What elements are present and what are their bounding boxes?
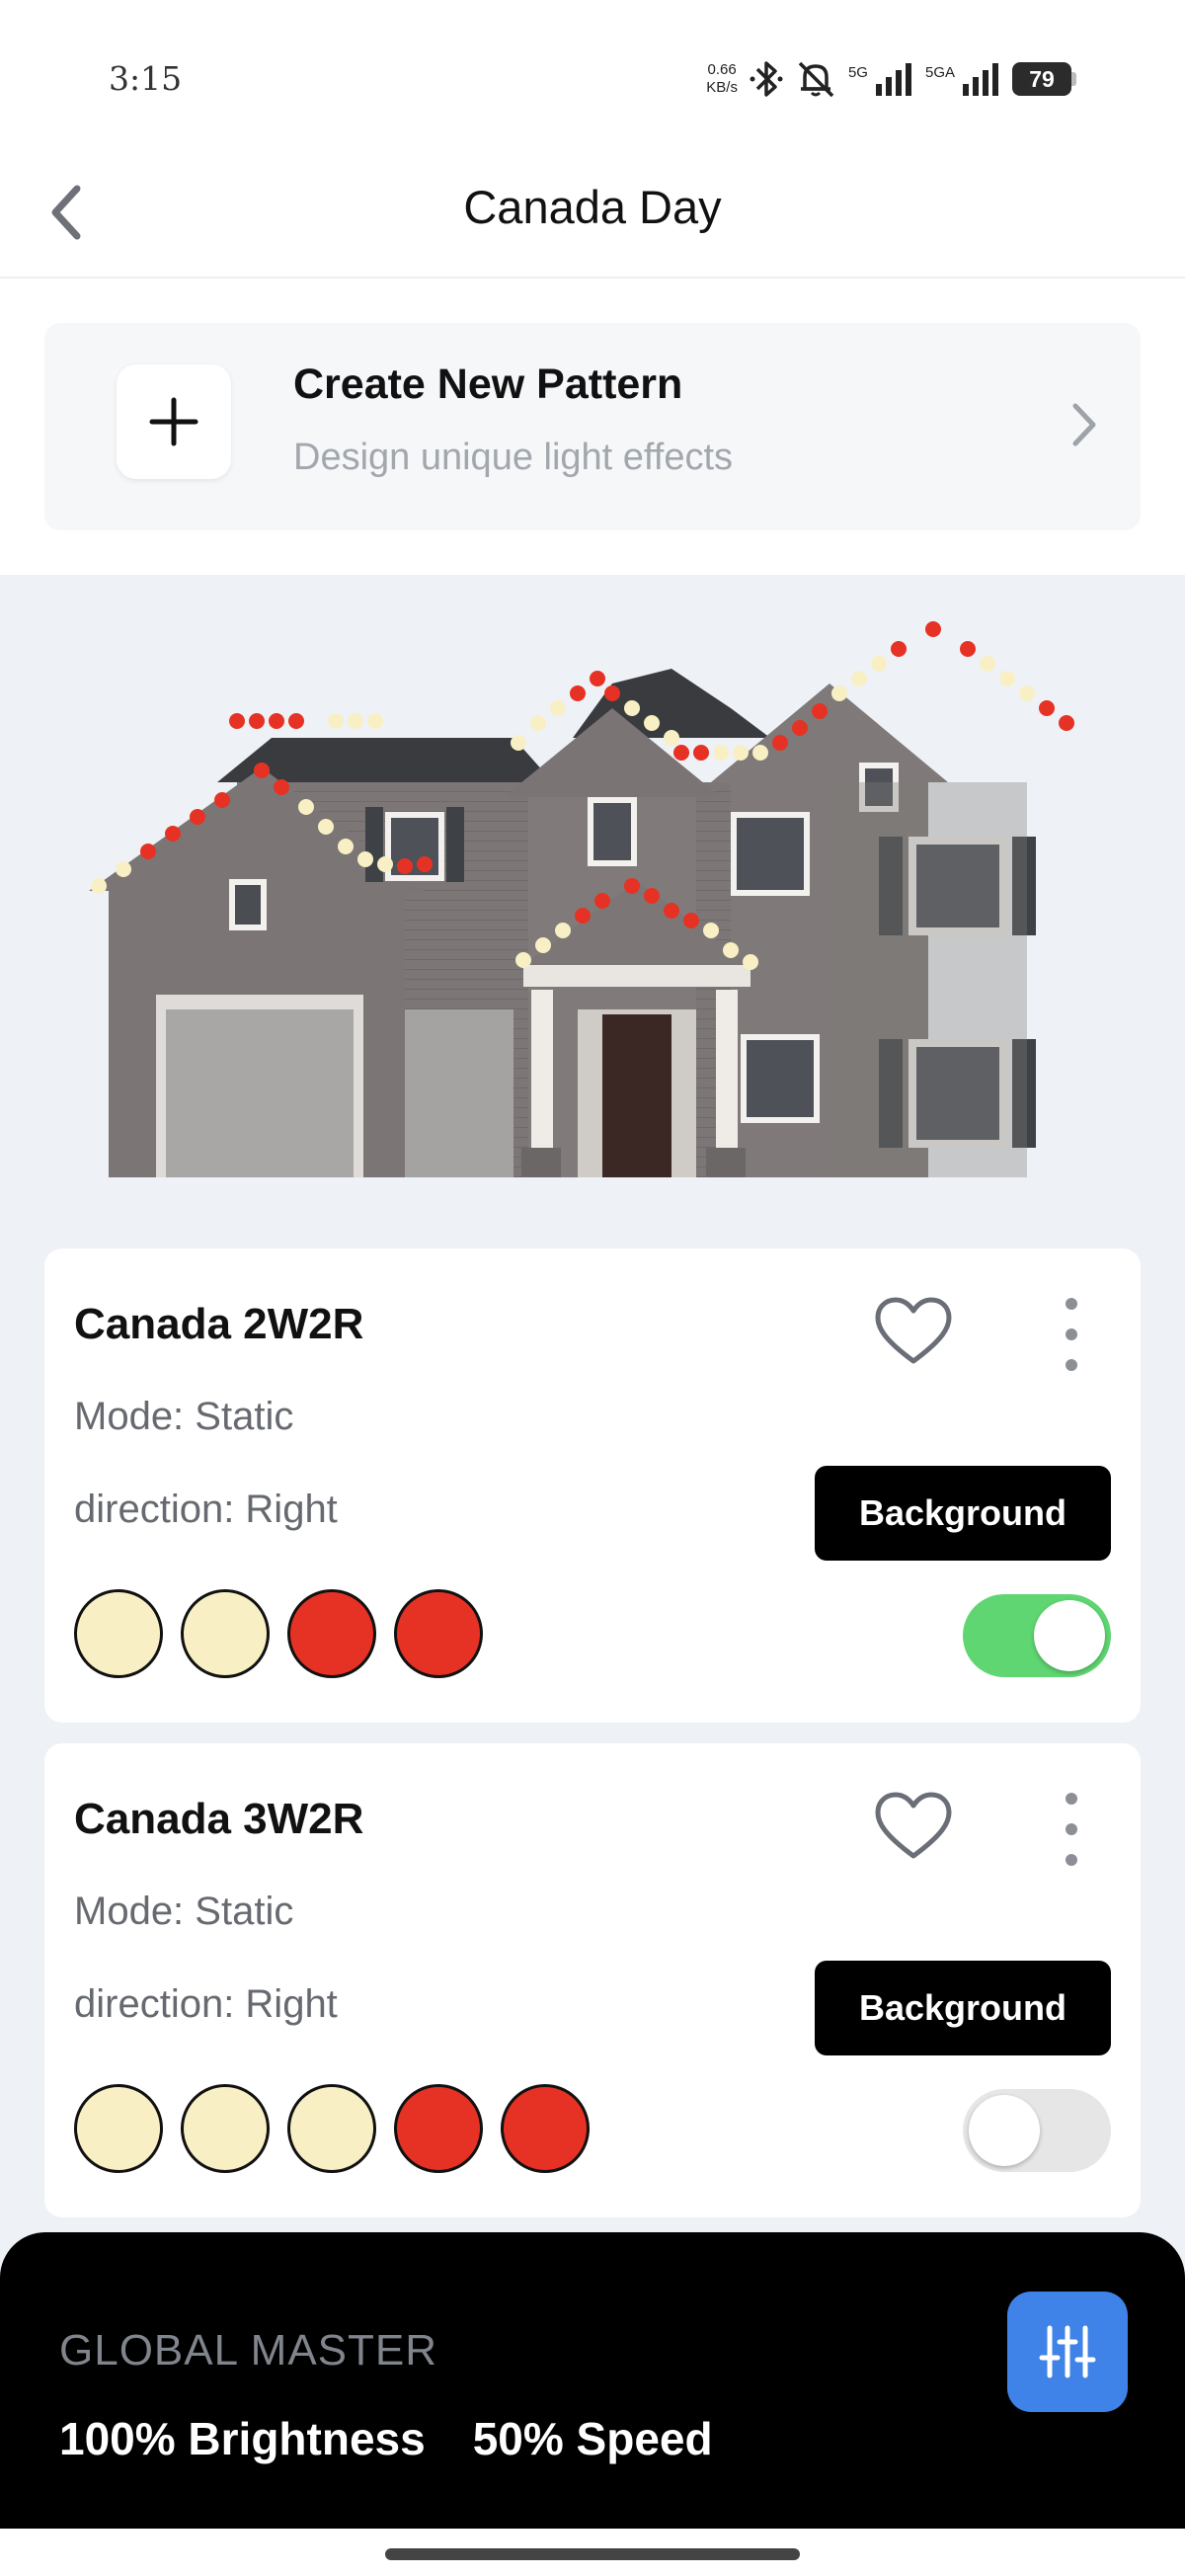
pattern-toggle[interactable] [963, 2089, 1111, 2172]
network-speed: 0.66 KB/s [706, 61, 738, 96]
heart-icon[interactable] [874, 1296, 953, 1367]
color-swatch [501, 2084, 590, 2173]
house-illustration [89, 621, 1074, 1212]
global-speed: 50% Speed [472, 2413, 713, 2464]
pattern-name: Canada 3W2R [74, 1795, 364, 1843]
color-swatch [74, 1589, 163, 1678]
house-preview-image [79, 614, 1106, 1212]
more-options-icon[interactable] [1062, 1298, 1081, 1371]
color-swatch [287, 2084, 376, 2173]
toggle-knob [969, 2095, 1040, 2166]
color-swatch [181, 2084, 270, 2173]
color-swatches [74, 2084, 590, 2173]
pattern-card[interactable]: Canada 2W2R Mode: Static direction: Righ… [44, 1248, 1141, 1723]
status-icons: 0.66 KB/s 5G 5GA 79 [706, 54, 1076, 104]
pattern-direction: direction: Right [74, 1488, 338, 1531]
signal-bars-icon [963, 63, 998, 96]
bell-muted-icon [798, 61, 834, 98]
pattern-card[interactable]: Canada 3W2R Mode: Static direction: Righ… [44, 1743, 1141, 2217]
status-bar: 3:15 0.66 KB/s 5G 5GA 79 [0, 0, 1185, 158]
color-swatch [74, 2084, 163, 2173]
signal-5ga: 5GA [925, 62, 1000, 96]
toggle-knob [1034, 1600, 1105, 1671]
color-swatch [394, 2084, 483, 2173]
global-settings-button[interactable] [1007, 2292, 1128, 2412]
pattern-mode: Mode: Static [74, 1890, 294, 1933]
battery-level: 79 [1012, 62, 1071, 96]
pattern-mode: Mode: Static [74, 1395, 294, 1438]
status-time: 3:15 [109, 59, 183, 98]
pattern-name: Canada 2W2R [74, 1300, 364, 1348]
background-button[interactable]: Background [815, 1961, 1111, 2055]
plus-button[interactable] [117, 364, 231, 479]
sliders-icon [1039, 2325, 1096, 2378]
create-pattern-subtitle: Design unique light effects [293, 437, 734, 478]
more-options-icon[interactable] [1062, 1793, 1081, 1866]
signal-5g: 5G [848, 62, 913, 96]
page-title: Canada Day [463, 181, 722, 233]
signal-bars-icon [875, 63, 911, 96]
heart-icon[interactable] [874, 1791, 953, 1862]
home-indicator[interactable] [385, 2548, 800, 2560]
battery-tip [1071, 72, 1076, 86]
create-pattern-title: Create New Pattern [293, 361, 683, 408]
create-pattern-card[interactable]: Create New Pattern Design unique light e… [44, 323, 1141, 530]
global-brightness: 100% Brightness [59, 2413, 426, 2464]
color-swatch [394, 1589, 483, 1678]
plus-icon [149, 397, 198, 446]
bluetooth-icon [750, 61, 783, 97]
global-master-panel[interactable]: GLOBAL MASTER 100% Brightness 50% Speed [0, 2232, 1185, 2529]
color-swatch [181, 1589, 270, 1678]
global-master-label: GLOBAL MASTER [59, 2326, 438, 2375]
pattern-direction: direction: Right [74, 1982, 338, 2026]
background-button[interactable]: Background [815, 1466, 1111, 1561]
app-header: Canada Day [0, 158, 1185, 279]
battery-indicator: 79 [1012, 62, 1076, 96]
color-swatch [287, 1589, 376, 1678]
color-swatches [74, 1589, 483, 1678]
global-master-values: 100% Brightness 50% Speed [59, 2412, 713, 2465]
pattern-toggle[interactable] [963, 1594, 1111, 1677]
chevron-right-icon [1072, 403, 1096, 446]
